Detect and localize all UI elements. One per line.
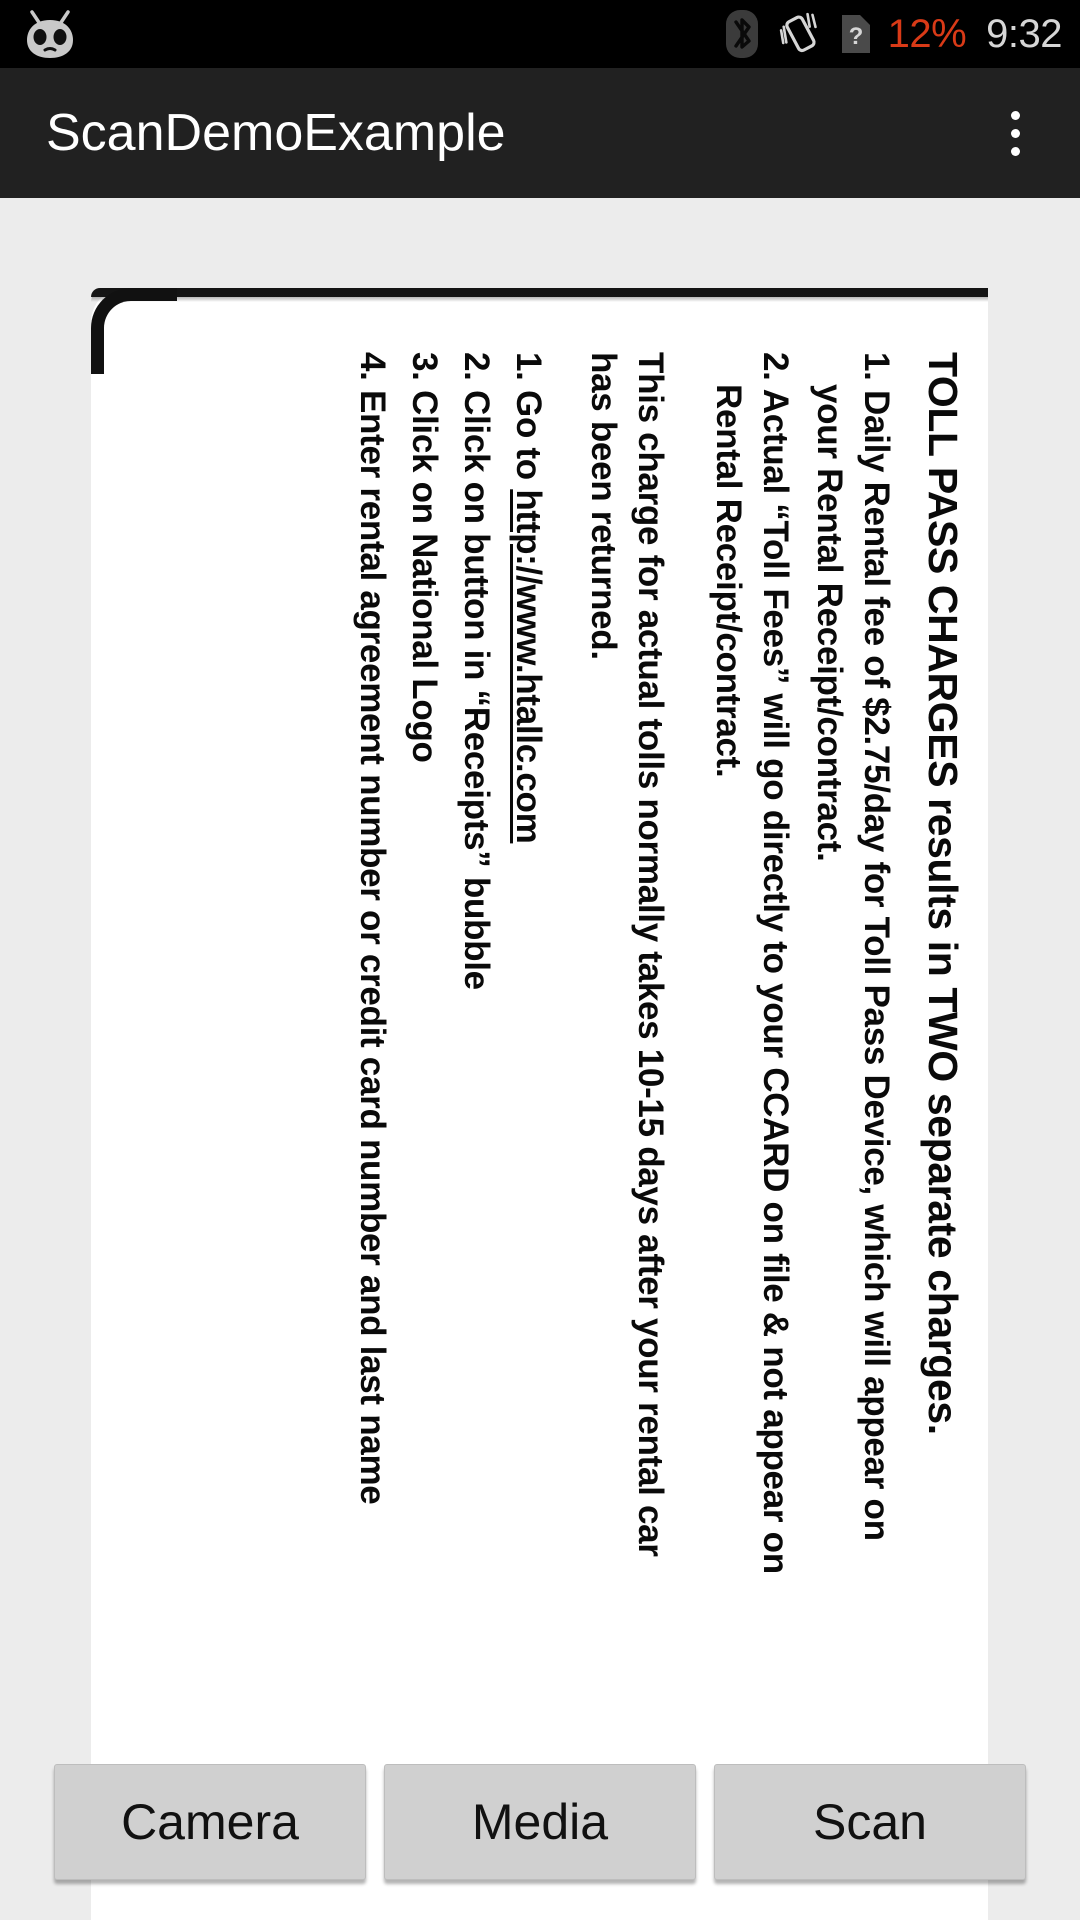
media-button[interactable]: Media xyxy=(384,1764,696,1880)
svg-text:?: ? xyxy=(848,23,863,50)
scan-button[interactable]: Scan xyxy=(714,1764,1026,1880)
note-line-1: This charge for actual tolls normally ta… xyxy=(631,352,670,1557)
document-rotated-text: TOLL PASS CHARGES results in TWO separat… xyxy=(91,288,988,1920)
cyanogenmod-logo-icon xyxy=(20,8,80,62)
charge-1-line-2: your Rental Receipt/contract. xyxy=(810,384,849,862)
document-heading: TOLL PASS CHARGES results in TWO separat… xyxy=(920,352,966,1435)
instruction-4: 4. Enter rental agreement number or cred… xyxy=(353,352,392,1505)
instruction-2: 2. Click on button in “Receipts” bubble xyxy=(457,352,496,990)
content-area: TOLL PASS CHARGES results in TWO separat… xyxy=(0,198,1080,1920)
vibrate-mode-icon xyxy=(776,8,824,60)
page-title: ScanDemoExample xyxy=(46,104,506,162)
scanned-document-image[interactable]: TOLL PASS CHARGES results in TWO separat… xyxy=(91,288,988,1920)
camera-button[interactable]: Camera xyxy=(54,1764,366,1880)
instruction-3: 3. Click on National Logo xyxy=(405,352,444,763)
status-bar-right-cluster: ? 12% 9:32 xyxy=(722,0,1062,68)
clock: 9:32 xyxy=(986,12,1062,56)
instruction-1-prefix: 1. Go to xyxy=(509,352,548,490)
action-button-bar: Camera Media Scan xyxy=(0,1764,1080,1880)
bluetooth-icon xyxy=(722,8,762,60)
instruction-1: 1. Go to http://www.htallc.com xyxy=(508,352,548,843)
note-line-2: has been returned. xyxy=(584,352,623,660)
charge-2-line-2: Rental Receipt/contract. xyxy=(709,384,748,778)
charge-1-line-1: 1. Daily Rental fee of $2.75/day for Tol… xyxy=(857,352,896,1541)
charge-2-line-1: 2. Actual “Toll Fees” will go directly t… xyxy=(756,352,795,1574)
more-vertical-icon[interactable] xyxy=(980,68,1050,198)
battery-percentage: 12% xyxy=(887,12,967,56)
document-text-layer: TOLL PASS CHARGES results in TWO separat… xyxy=(91,288,988,1920)
screen-root: ? 12% 9:32 ScanDemoExample TOLL PASS CHA… xyxy=(0,0,1080,1920)
no-sim-card-icon: ? xyxy=(838,9,874,59)
app-bar: ScanDemoExample xyxy=(0,68,1080,198)
status-bar: ? 12% 9:32 xyxy=(0,0,1080,68)
htallc-link[interactable]: http://www.htallc.com xyxy=(509,489,548,843)
